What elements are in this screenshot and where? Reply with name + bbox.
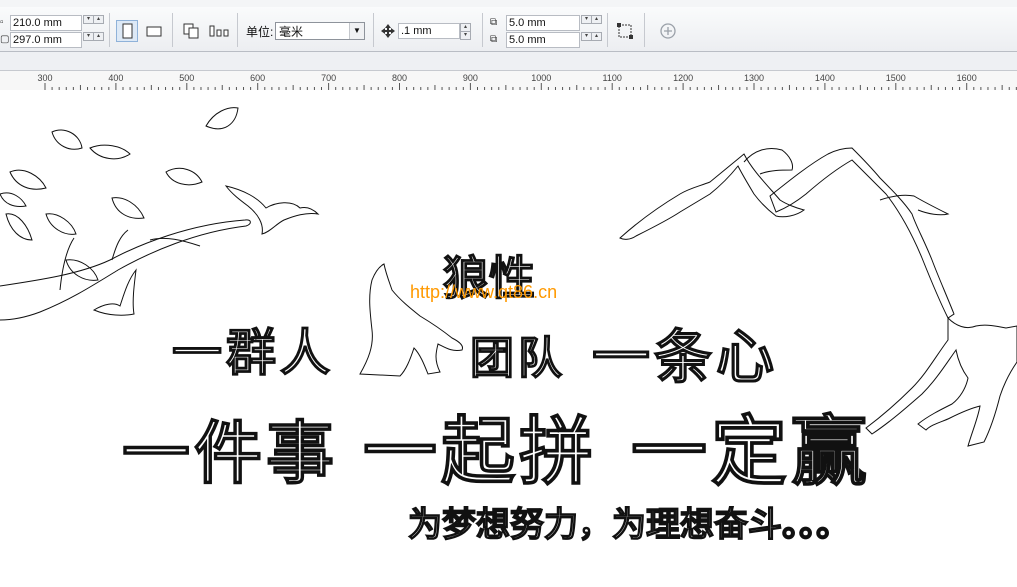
ruler-tick-label: 1400 bbox=[814, 73, 835, 83]
mountain-outline bbox=[743, 148, 793, 175]
ruler-tick-label: 1600 bbox=[956, 73, 977, 83]
treat-as-filled-button[interactable] bbox=[614, 20, 636, 42]
landscape-button[interactable] bbox=[143, 20, 165, 42]
bird-outline bbox=[92, 268, 137, 316]
treat-as-filled-icon bbox=[617, 23, 633, 39]
portrait-button[interactable] bbox=[116, 20, 138, 42]
current-page-icon bbox=[209, 25, 229, 37]
all-pages-button[interactable] bbox=[180, 20, 202, 42]
separator bbox=[607, 13, 608, 47]
duplicate-y-icon: ⧉ bbox=[490, 34, 498, 45]
duplicate-y-spin-up-icon[interactable]: ▴ bbox=[591, 32, 602, 41]
mountain-outline bbox=[879, 194, 950, 216]
climber-outline bbox=[865, 316, 1017, 447]
watermark-text: http://www.qt86.cn bbox=[410, 282, 558, 302]
mountain-outline bbox=[769, 147, 955, 319]
page-height-control: ▢ 297.0 mm ▾ ▴ bbox=[0, 32, 104, 48]
page-width-icon: ▫ bbox=[0, 17, 4, 28]
artwork-line1-left[interactable]: 一群人 bbox=[171, 313, 334, 385]
artwork-line2-a[interactable]: 一件事 bbox=[121, 398, 338, 497]
leaf-cluster bbox=[0, 107, 239, 281]
ruler-tick-label: 700 bbox=[321, 73, 337, 83]
mountain-outline bbox=[619, 153, 806, 240]
ruler-tick-label: 1300 bbox=[743, 73, 765, 83]
page-height-icon: ▢ bbox=[0, 34, 10, 45]
separator bbox=[482, 13, 483, 47]
portrait-icon bbox=[122, 23, 133, 39]
horizontal-ruler[interactable]: 300 400 500 600 700 800 900 1000 1100 1200 1300 140… bbox=[0, 70, 1017, 91]
ruler-tick-label: 500 bbox=[179, 73, 195, 83]
ruler-tick-label: 600 bbox=[250, 73, 266, 83]
duplicate-x-icon: ⧉ bbox=[490, 17, 498, 28]
add-preset-button[interactable] bbox=[657, 20, 679, 42]
ruler-tick-label: 800 bbox=[391, 73, 408, 83]
artwork-slogan[interactable]: 为梦想努力，为理想奋斗。。。 bbox=[407, 497, 850, 546]
landscape-icon bbox=[146, 26, 162, 37]
toolbar-gap bbox=[0, 52, 1017, 70]
separator bbox=[644, 13, 645, 47]
units-value: 毫米 bbox=[279, 25, 304, 39]
ruler-tick-label: 1500 bbox=[885, 73, 906, 83]
page-height-field[interactable]: 297.0 mm bbox=[10, 32, 82, 48]
add-preset-icon bbox=[660, 23, 676, 39]
current-page-button[interactable] bbox=[207, 20, 229, 42]
nudge-control: .1 mm ▴ ▾ bbox=[388, 23, 474, 40]
units-label: 单位: bbox=[246, 25, 274, 39]
nudge-spin-down-icon[interactable]: ▾ bbox=[460, 31, 471, 40]
duplicate-x-spin-up-icon[interactable]: ▴ bbox=[591, 15, 602, 24]
ruler-tick-label: 1200 bbox=[673, 73, 694, 83]
ruler-tick-label: 1000 bbox=[531, 73, 552, 83]
separator bbox=[109, 13, 110, 47]
duplicate-y-control: ⧉ 5.0 mm ▾ ▴ bbox=[490, 32, 602, 48]
drawing-canvas[interactable]: 狼性 一群人 团队 一条心 一件事 一起拼 一定赢 为梦想努力，为理想奋斗。。。… bbox=[0, 90, 1017, 587]
separator bbox=[373, 13, 374, 47]
nudge-field[interactable]: .1 mm bbox=[398, 23, 460, 39]
artwork-line1-right[interactable]: 一条心 bbox=[591, 310, 778, 394]
chevron-down-icon: ▼ bbox=[349, 23, 364, 39]
page-width-control: ▫ 210.0 mm ▾ ▴ bbox=[0, 15, 104, 31]
page-height-spin-up-icon[interactable]: ▴ bbox=[93, 32, 104, 41]
all-pages-icon bbox=[183, 23, 199, 39]
separator bbox=[172, 13, 173, 47]
duplicate-y-field[interactable]: 5.0 mm bbox=[506, 32, 580, 48]
ruler-tick-label: 300 bbox=[37, 73, 53, 83]
ruler-ticks bbox=[44, 83, 1017, 90]
artwork-line1-mid[interactable]: 团队 bbox=[469, 322, 566, 386]
page-width-spin-up-icon[interactable]: ▴ bbox=[93, 15, 104, 24]
separator bbox=[237, 13, 238, 47]
branch-outline bbox=[0, 219, 251, 321]
duplicate-x-control: ⧉ 5.0 mm ▾ ▴ bbox=[490, 15, 602, 31]
artwork-line2-c[interactable]: 一定赢 bbox=[630, 390, 871, 500]
units-dropdown[interactable]: 毫米 ▼ bbox=[275, 22, 365, 40]
property-bar: ▫ 210.0 mm ▾ ▴ ▢ 297.0 mm ▾ ▴ 单位: 毫米 ▼ .… bbox=[0, 7, 1017, 52]
page-width-field[interactable]: 210.0 mm bbox=[10, 15, 82, 31]
artwork-line2-b[interactable]: 一起拼 bbox=[362, 392, 597, 499]
ruler-tick-label: 900 bbox=[462, 73, 478, 83]
ruler-tick-label: 400 bbox=[108, 73, 124, 83]
ruler-tick-label: 1100 bbox=[602, 73, 622, 83]
duplicate-x-field[interactable]: 5.0 mm bbox=[506, 15, 580, 31]
